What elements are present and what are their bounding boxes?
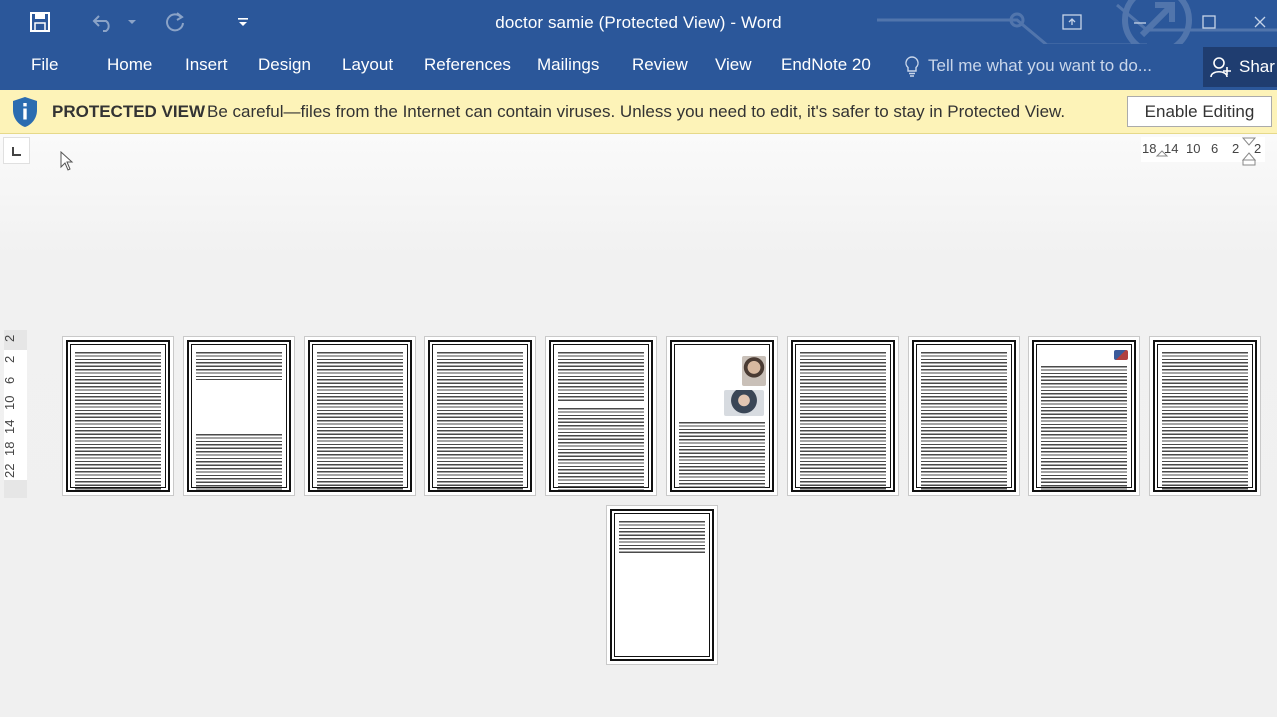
ruler-label: 2 <box>2 355 17 363</box>
tab-view[interactable]: View <box>715 55 752 75</box>
page-thumbnail[interactable] <box>424 336 536 496</box>
page-text-block <box>800 352 886 490</box>
maximize-button[interactable] <box>1187 8 1231 36</box>
tab-endnote[interactable]: EndNote 20 <box>781 55 871 75</box>
minimize-button[interactable] <box>1118 8 1162 36</box>
page-thumbnail[interactable] <box>606 505 718 665</box>
tell-me-placeholder: Tell me what you want to do... <box>928 56 1152 75</box>
page-thumbnail[interactable] <box>1149 336 1261 496</box>
page-thumbnail[interactable] <box>304 336 416 496</box>
page-thumbnail[interactable] <box>545 336 657 496</box>
page-thumbnail[interactable] <box>908 336 1020 496</box>
tell-me-search[interactable]: Tell me what you want to do... <box>904 52 1152 80</box>
page-text-block <box>75 352 161 490</box>
page-text-block <box>1041 366 1127 490</box>
horizontal-ruler[interactable]: 18 14 10 6 2 2 <box>1141 137 1265 166</box>
add-person-icon <box>1210 57 1231 78</box>
ruler-label: 6 <box>2 376 17 384</box>
ruler-label: 18 <box>2 441 17 456</box>
shield-icon <box>13 97 37 127</box>
ruler-label: 6 <box>1211 141 1219 156</box>
ribbon-display-icon <box>1062 14 1082 30</box>
protected-view-title: PROTECTED VIEW <box>52 102 206 121</box>
left-indent-marker-icon <box>1155 150 1169 157</box>
tab-layout[interactable]: Layout <box>342 55 393 75</box>
tab-design[interactable]: Design <box>258 55 311 75</box>
page-text-block <box>196 352 282 380</box>
page-thumbnail[interactable] <box>1028 336 1140 496</box>
page-text-block <box>196 434 282 490</box>
tab-home[interactable]: Home <box>107 55 152 75</box>
tab-review[interactable]: Review <box>632 55 688 75</box>
maximize-icon <box>1202 15 1216 29</box>
page-text-block <box>558 408 644 490</box>
ruler-label: 2 <box>1232 141 1240 156</box>
close-button[interactable] <box>1243 8 1277 36</box>
ruler-label: 22 <box>2 463 17 478</box>
page-thumbnail[interactable] <box>62 336 174 496</box>
page-text-block <box>921 352 1007 490</box>
tab-file[interactable]: File <box>31 55 58 75</box>
lightbulb-icon <box>905 56 919 77</box>
protected-view-message: Be careful—files from the Internet can c… <box>207 102 1066 121</box>
page-text-block <box>1162 352 1248 490</box>
ruler-label: 10 <box>2 395 17 410</box>
right-indent-marker-icon <box>1241 137 1257 166</box>
tab-selector[interactable] <box>3 137 30 164</box>
portrait-photo <box>724 390 764 416</box>
ruler-label: 10 <box>1186 141 1201 156</box>
page-thumbnail[interactable] <box>787 336 899 496</box>
protected-view-bar: PROTECTED VIEW Be careful—files from the… <box>0 90 1277 134</box>
small-photo <box>1114 350 1128 360</box>
ribbon-display-options-button[interactable] <box>1050 8 1094 36</box>
mouse-pointer-icon <box>60 151 74 171</box>
page-thumbnail[interactable] <box>666 336 778 496</box>
tab-mailings[interactable]: Mailings <box>537 55 599 75</box>
page-text-block <box>619 521 705 555</box>
enable-editing-button[interactable]: Enable Editing <box>1127 96 1272 127</box>
share-label: Shar <box>1239 57 1275 76</box>
minimize-icon <box>1134 22 1146 24</box>
ruler-label: 2 <box>2 334 17 342</box>
title-bar: doctor samie (Protected View) - Word <box>0 0 1277 44</box>
page-text-block <box>679 422 765 490</box>
tab-references[interactable]: References <box>424 55 511 75</box>
ribbon-tab-bar: File Home Insert Design Layout Reference… <box>0 44 1277 90</box>
share-button[interactable]: Shar <box>1203 47 1277 87</box>
close-icon <box>1254 16 1266 28</box>
ruler-label: 14 <box>2 419 17 434</box>
page-thumbnail[interactable] <box>183 336 295 496</box>
page-text-block <box>317 352 403 490</box>
tab-insert[interactable]: Insert <box>185 55 228 75</box>
page-text-block <box>437 352 523 490</box>
portrait-photo <box>742 356 766 386</box>
page-text-block <box>558 352 644 402</box>
